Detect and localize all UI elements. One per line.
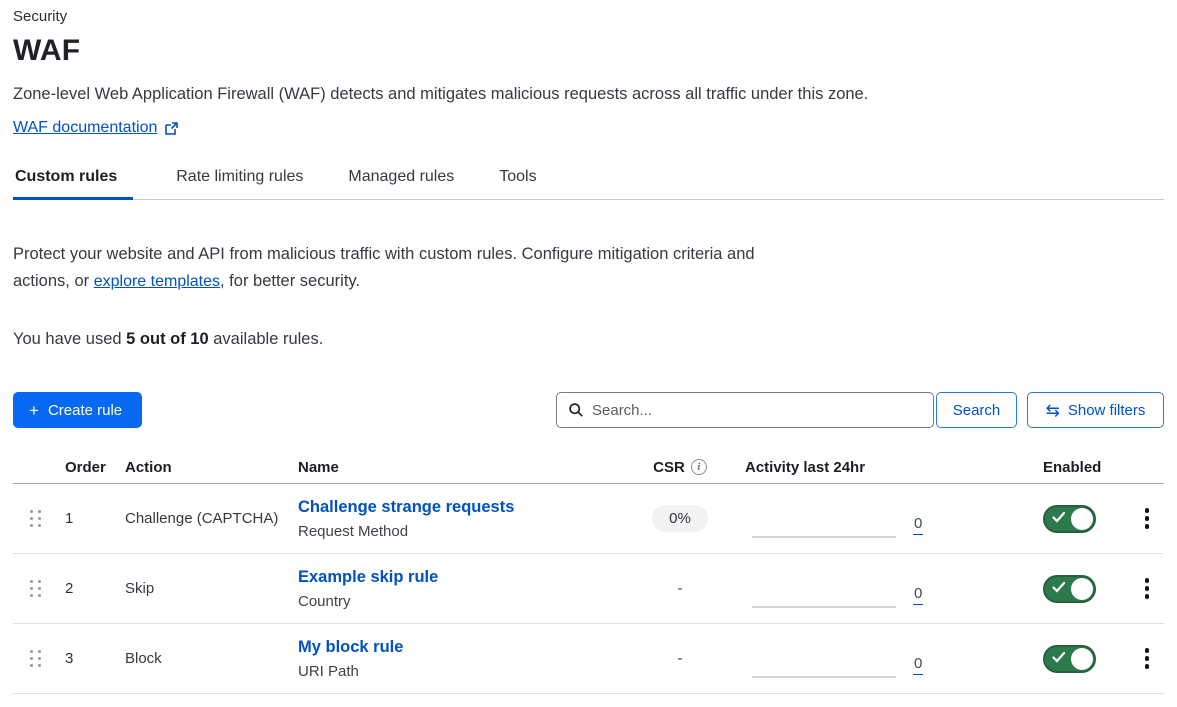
rule-menu-cell <box>1123 504 1164 533</box>
kebab-menu-icon[interactable] <box>1130 504 1164 533</box>
table-row: 3 Block My block rule URI Path - 0 <box>13 624 1164 694</box>
activity-count-link[interactable]: 0 <box>913 586 923 605</box>
rule-name-link[interactable]: Example skip rule <box>298 568 438 587</box>
row-cell-handle <box>13 580 65 597</box>
rule-enabled-cell <box>1000 645 1123 673</box>
tab-tools[interactable]: Tools <box>497 168 538 199</box>
header-name: Name <box>298 459 630 476</box>
page-description: Zone-level Web Application Firewall (WAF… <box>13 85 1164 104</box>
csr-badge: 0% <box>652 505 708 532</box>
rule-action: Block <box>125 646 298 672</box>
rule-activity-cell: 0 <box>730 624 1000 693</box>
swap-arrows-icon: ⇆ <box>1046 402 1060 419</box>
drag-handle-icon[interactable] <box>30 650 65 667</box>
rule-order: 2 <box>65 580 125 597</box>
create-rule-button[interactable]: + Create rule <box>13 392 142 428</box>
toggle-knob <box>1071 648 1093 670</box>
rule-name-link[interactable]: Challenge strange requests <box>298 498 514 517</box>
activity-sparkline <box>752 676 896 679</box>
search-button[interactable]: Search <box>936 392 1017 428</box>
search-input[interactable] <box>592 402 923 419</box>
toggle-knob <box>1071 508 1093 530</box>
rules-table: Order Action Name CSR i Activity last 24… <box>13 451 1164 694</box>
usage-count: 5 out of 10 <box>126 330 209 348</box>
check-icon <box>1052 581 1066 593</box>
activity-count-link[interactable]: 0 <box>913 516 923 535</box>
usage-suffix: available rules. <box>209 330 324 348</box>
toolbar-right: Search ⇆ Show filters <box>556 392 1164 428</box>
header-csr-label: CSR <box>653 459 685 476</box>
rule-field: URI Path <box>298 663 630 680</box>
rule-action: Skip <box>125 576 298 602</box>
header-csr: CSR i <box>630 459 730 476</box>
rule-menu-cell <box>1123 644 1164 673</box>
external-link-icon <box>164 121 179 136</box>
rule-field: Request Method <box>298 523 630 540</box>
tab-managed-rules[interactable]: Managed rules <box>346 168 456 199</box>
rule-name-cell: Challenge strange requests Request Metho… <box>298 498 630 540</box>
explore-templates-link[interactable]: explore templates <box>94 273 220 290</box>
rule-enabled-cell <box>1000 575 1123 603</box>
tab-bar: Custom rules Rate limiting rules Managed… <box>13 168 1164 200</box>
search-box <box>556 392 934 428</box>
rule-activity-cell: 0 <box>730 484 1000 553</box>
show-filters-button[interactable]: ⇆ Show filters <box>1027 392 1164 428</box>
table-row: 1 Challenge (CAPTCHA) Challenge strange … <box>13 484 1164 554</box>
row-cell-handle <box>13 650 65 667</box>
waf-page: Security WAF Zone-level Web Application … <box>0 0 1177 694</box>
row-cell-handle <box>13 510 65 527</box>
rule-name-cell: My block rule URI Path <box>298 638 630 680</box>
rule-csr-cell: - <box>630 650 730 667</box>
plus-icon: + <box>29 402 39 419</box>
header-enabled: Enabled <box>1000 459 1123 476</box>
header-order: Order <box>65 459 125 476</box>
rule-enabled-cell <box>1000 505 1123 533</box>
breadcrumb: Security <box>13 8 1164 25</box>
search-icon <box>568 402 584 418</box>
show-filters-label: Show filters <box>1068 402 1146 419</box>
header-activity: Activity last 24hr <box>730 459 1000 476</box>
toolbar: + Create rule Search ⇆ Show filters <box>13 392 1164 428</box>
rule-menu-cell <box>1123 574 1164 603</box>
rule-activity-cell: 0 <box>730 554 1000 623</box>
csr-value: - <box>678 580 683 597</box>
waf-documentation-link[interactable]: WAF documentation <box>13 119 157 137</box>
drag-handle-icon[interactable] <box>30 510 65 527</box>
intro-text-after: , for better security. <box>220 272 360 290</box>
activity-sparkline <box>752 606 896 609</box>
rule-name-cell: Example skip rule Country <box>298 568 630 610</box>
rule-csr-cell: - <box>630 580 730 597</box>
check-icon <box>1052 651 1066 663</box>
activity-count-link[interactable]: 0 <box>913 656 923 675</box>
rule-csr-cell: 0% <box>630 505 730 532</box>
doc-link-row: WAF documentation <box>13 119 1164 137</box>
usage-prefix: You have used <box>13 330 126 348</box>
tab-rate-limiting-rules[interactable]: Rate limiting rules <box>174 168 305 199</box>
rule-field: Country <box>298 593 630 610</box>
rule-order: 3 <box>65 650 125 667</box>
enabled-toggle[interactable] <box>1043 505 1096 533</box>
activity-sparkline <box>752 536 896 539</box>
rule-name-link[interactable]: My block rule <box>298 638 403 657</box>
kebab-menu-icon[interactable] <box>1130 574 1164 603</box>
rule-order: 1 <box>65 510 125 527</box>
usage-summary: You have used 5 out of 10 available rule… <box>13 330 1164 349</box>
table-header: Order Action Name CSR i Activity last 24… <box>13 451 1164 484</box>
check-icon <box>1052 511 1066 523</box>
intro-text: Protect your website and API from malici… <box>13 241 765 295</box>
tab-custom-rules[interactable]: Custom rules <box>13 168 133 199</box>
info-icon[interactable]: i <box>691 459 707 475</box>
rule-action: Challenge (CAPTCHA) <box>125 506 298 532</box>
csr-value: - <box>678 650 683 667</box>
kebab-menu-icon[interactable] <box>1130 644 1164 673</box>
enabled-toggle[interactable] <box>1043 575 1096 603</box>
drag-handle-icon[interactable] <box>30 580 65 597</box>
enabled-toggle[interactable] <box>1043 645 1096 673</box>
table-row: 2 Skip Example skip rule Country - 0 <box>13 554 1164 624</box>
toggle-knob <box>1071 578 1093 600</box>
create-rule-label: Create rule <box>48 402 122 419</box>
page-title: WAF <box>13 34 1164 68</box>
header-action: Action <box>125 459 298 476</box>
